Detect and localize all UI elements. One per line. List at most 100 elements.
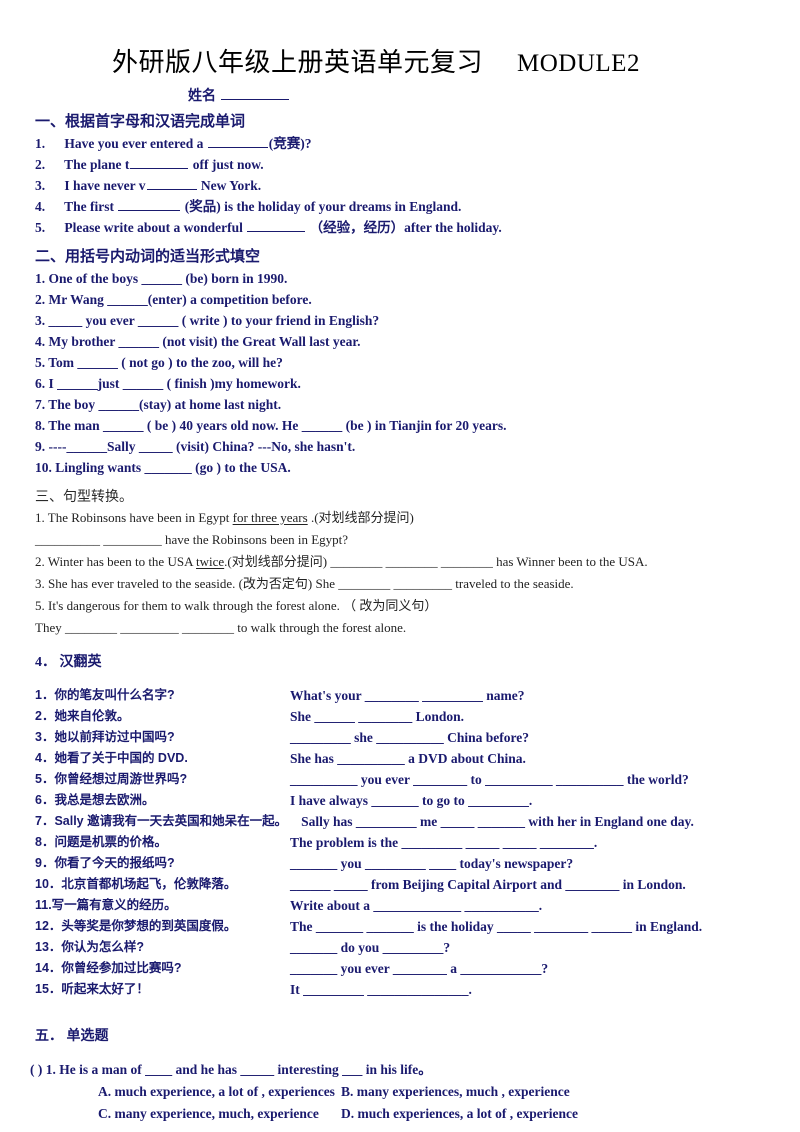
section-4-heading: 4． 汉翻英 xyxy=(35,655,102,670)
translation-row: 3．她以前拜访过中国吗? _________ she __________ Chi… xyxy=(35,727,800,748)
question-item: 9. ----______Sally _____ (visit) China? … xyxy=(35,439,356,454)
item-number: 2. xyxy=(35,157,46,172)
translation-chinese: 2．她来自伦敦。 xyxy=(35,709,130,723)
translation-english: I have always _______ to go to _________… xyxy=(290,793,533,808)
translation-row: 1．你的笔友叫什么名字? What's your ________ _______… xyxy=(35,685,800,706)
item-text-pre: Have you ever entered a xyxy=(64,136,204,151)
translation-row: 5．你曾经想过周游世界吗? __________ you ever _______… xyxy=(35,769,800,790)
page-title: 外研版八年级上册英语单元复习 MODULE2 xyxy=(0,0,800,79)
item-number: 4. xyxy=(35,199,46,214)
section-2-heading: 二、用括号内动词的适当形式填空 xyxy=(35,248,261,265)
item-number: 5. xyxy=(35,220,46,235)
item-text-post: New York. xyxy=(200,178,262,193)
question-item: 3. She has ever traveled to the seaside.… xyxy=(35,576,574,591)
question-item: 3. I have never v New York. xyxy=(35,175,800,196)
translation-english: What's your ________ _________ name? xyxy=(290,688,525,703)
translation-chinese: 8．问题是机票的价格。 xyxy=(35,835,167,849)
translation-chinese: 4．她看了关于中国的 DVD. xyxy=(35,751,188,765)
worksheet-page: 外研版八年级上册英语单元复习 MODULE2 姓名 一、根据首字母和汉语完成单词 … xyxy=(0,0,800,1132)
mc-option-d[interactable]: D. much experiences, a lot of , experien… xyxy=(341,1106,578,1121)
question-item: 1. One of the boys ______ (be) born in 1… xyxy=(35,271,288,286)
mc-answer-bracket[interactable]: ( ) 1. xyxy=(30,1062,56,1077)
translation-row: 14．你曾经参加过比赛吗? _______ you ever ________ a… xyxy=(35,958,800,979)
translation-chinese: 1．你的笔友叫什么名字? xyxy=(35,688,175,702)
translation-row: 7．Sally 邀请我有一天去英国和她呆在一起。 Sally has ______… xyxy=(35,811,800,832)
translation-chinese: 14．你曾经参加过比赛吗? xyxy=(35,961,182,975)
student-name-field: 姓名 xyxy=(0,85,800,105)
translation-chinese: 3．她以前拜访过中国吗? xyxy=(35,730,175,744)
translation-chinese: 9．你看了今天的报纸吗? xyxy=(35,856,175,870)
mc-option-c[interactable]: C. many experience, much, experience xyxy=(98,1103,341,1125)
question-item: 10. Lingling wants _______ (go ) to the … xyxy=(35,460,291,475)
translation-english: _______ you _________ ____ today's newsp… xyxy=(290,856,574,871)
translation-row: 10．北京首都机场起飞，伦敦降落。 ______ _____ from Beiji… xyxy=(35,874,800,895)
answer-blank[interactable] xyxy=(207,134,268,148)
translation-english: She ______ ________ London. xyxy=(290,709,465,724)
mc-option-a[interactable]: A. much experience, a lot of , experienc… xyxy=(98,1081,341,1103)
translation-chinese: 7．Sally 邀请我有一天去英国和她呆在一起。 xyxy=(35,814,288,828)
item-text-post: (奖品) is the holiday of your dreams in En… xyxy=(184,199,462,214)
section-3-heading: 三、句型转换。 xyxy=(35,490,133,505)
question-item: 1. Have you ever entered a (竞赛)? xyxy=(35,133,800,154)
answer-blank[interactable] xyxy=(130,155,189,169)
translation-row: 13．你认为怎么样? _______ do you _________? xyxy=(35,937,800,958)
section-5-heading: 五． 单选题 xyxy=(35,1029,109,1044)
answer-blank[interactable] xyxy=(146,176,197,190)
translation-chinese: 10．北京首都机场起飞，伦敦降落。 xyxy=(35,877,237,891)
item-text-pre: The plane t xyxy=(64,157,130,172)
question-item: 4. The first (奖品) is the holiday of your… xyxy=(35,196,800,217)
question-item: 1. The Robinsons have been in Egypt for … xyxy=(35,507,800,529)
title-module: MODULE2 xyxy=(517,50,640,77)
translation-chinese: 15．听起来太好了！ xyxy=(35,982,149,996)
item-text-pre: 2. Winter has been to the USA xyxy=(35,554,196,569)
translation-english: _________ she __________ China before? xyxy=(290,730,530,745)
translation-row: 6．我总是想去欧洲。 I have always _______ to go to… xyxy=(35,790,800,811)
item-number: 1. xyxy=(35,136,46,151)
question-item: They ________ _________ ________ to walk… xyxy=(35,620,407,635)
translation-english: ______ _____ from Beijing Capital Airpor… xyxy=(290,877,686,892)
translation-english: It _________ _______________. xyxy=(290,982,472,997)
mc-option-b[interactable]: B. many experiences, much , experience xyxy=(341,1084,570,1099)
item-number: 3. xyxy=(35,178,46,193)
item-text-post: （经验，经历）after the holiday. xyxy=(309,220,502,235)
item-text-pre: Please write about a wonderful xyxy=(64,220,243,235)
translation-row: 9．你看了今天的报纸吗? _______ you _________ ____ t… xyxy=(35,853,800,874)
translation-english: She has __________ a DVD about China. xyxy=(290,751,526,766)
translation-chinese: 12．头等奖是你梦想的到英国度假。 xyxy=(35,919,237,933)
name-blank[interactable] xyxy=(220,86,289,100)
title-chinese: 外研版八年级上册英语单元复习 xyxy=(112,48,484,77)
item-text-pre: 1. The Robinsons have been in Egypt xyxy=(35,510,233,525)
mc-option-row: C. many experience, much, experience D. m… xyxy=(98,1103,800,1125)
translation-english: _______ do you _________? xyxy=(290,940,451,955)
translation-chinese: 13．你认为怎么样? xyxy=(35,940,145,954)
question-item: 7. The boy ______(stay) at home last nig… xyxy=(35,397,282,412)
translation-row: 11.写一篇有意义的经历。 Write about a _____________… xyxy=(35,895,800,916)
translation-chinese: 11.写一篇有意义的经历。 xyxy=(35,898,177,912)
translation-row: 4．她看了关于中国的 DVD. She has __________ a DVD … xyxy=(35,748,800,769)
question-item: 5. It's dangerous for them to walk throu… xyxy=(35,598,438,613)
question-item: 2. Mr Wang ______(enter) a competition b… xyxy=(35,292,312,307)
question-item: 5. Tom ______ ( not go ) to the zoo, wil… xyxy=(35,355,283,370)
translation-row: 2．她来自伦敦。 She ______ ________ London. xyxy=(35,706,800,727)
translation-chinese: 6．我总是想去欧洲。 xyxy=(35,793,155,807)
item-text-pre: I have never v xyxy=(64,178,146,193)
item-text-post: (竞赛)? xyxy=(268,136,312,151)
question-item: 2. The plane t off just now. xyxy=(35,154,800,175)
mc-stem-text: He is a man of ____ and he has _____ int… xyxy=(59,1062,432,1077)
answer-blank[interactable] xyxy=(118,197,181,211)
translation-english: The _______ _______ is the holiday _____… xyxy=(290,919,703,934)
item-text-post: off just now. xyxy=(192,157,264,172)
item-text-post: .(对划线部分提问) xyxy=(307,510,414,525)
name-label: 姓名 xyxy=(188,89,216,104)
underlined-phrase: twice xyxy=(196,554,225,569)
translation-english: _______ you ever ________ a ____________… xyxy=(290,961,549,976)
translation-row: 15．听起来太好了！ It _________ _______________. xyxy=(35,979,800,1000)
translation-english: Sally has _________ me _____ _______ wit… xyxy=(301,814,694,829)
question-item: 5. Please write about a wonderful （经验，经历… xyxy=(35,217,800,238)
question-item: 2. Winter has been to the USA twice.(对划线… xyxy=(35,551,800,573)
translation-english: __________ you ever ________ to ________… xyxy=(290,772,689,787)
mc-option-row: A. much experience, a lot of , experienc… xyxy=(98,1081,800,1103)
answer-blank[interactable] xyxy=(247,218,306,232)
question-item: 6. I ______just ______ ( finish )my home… xyxy=(35,376,301,391)
item-text-post: .(对划线部分提问) ________ ________ ________ ha… xyxy=(224,554,648,569)
